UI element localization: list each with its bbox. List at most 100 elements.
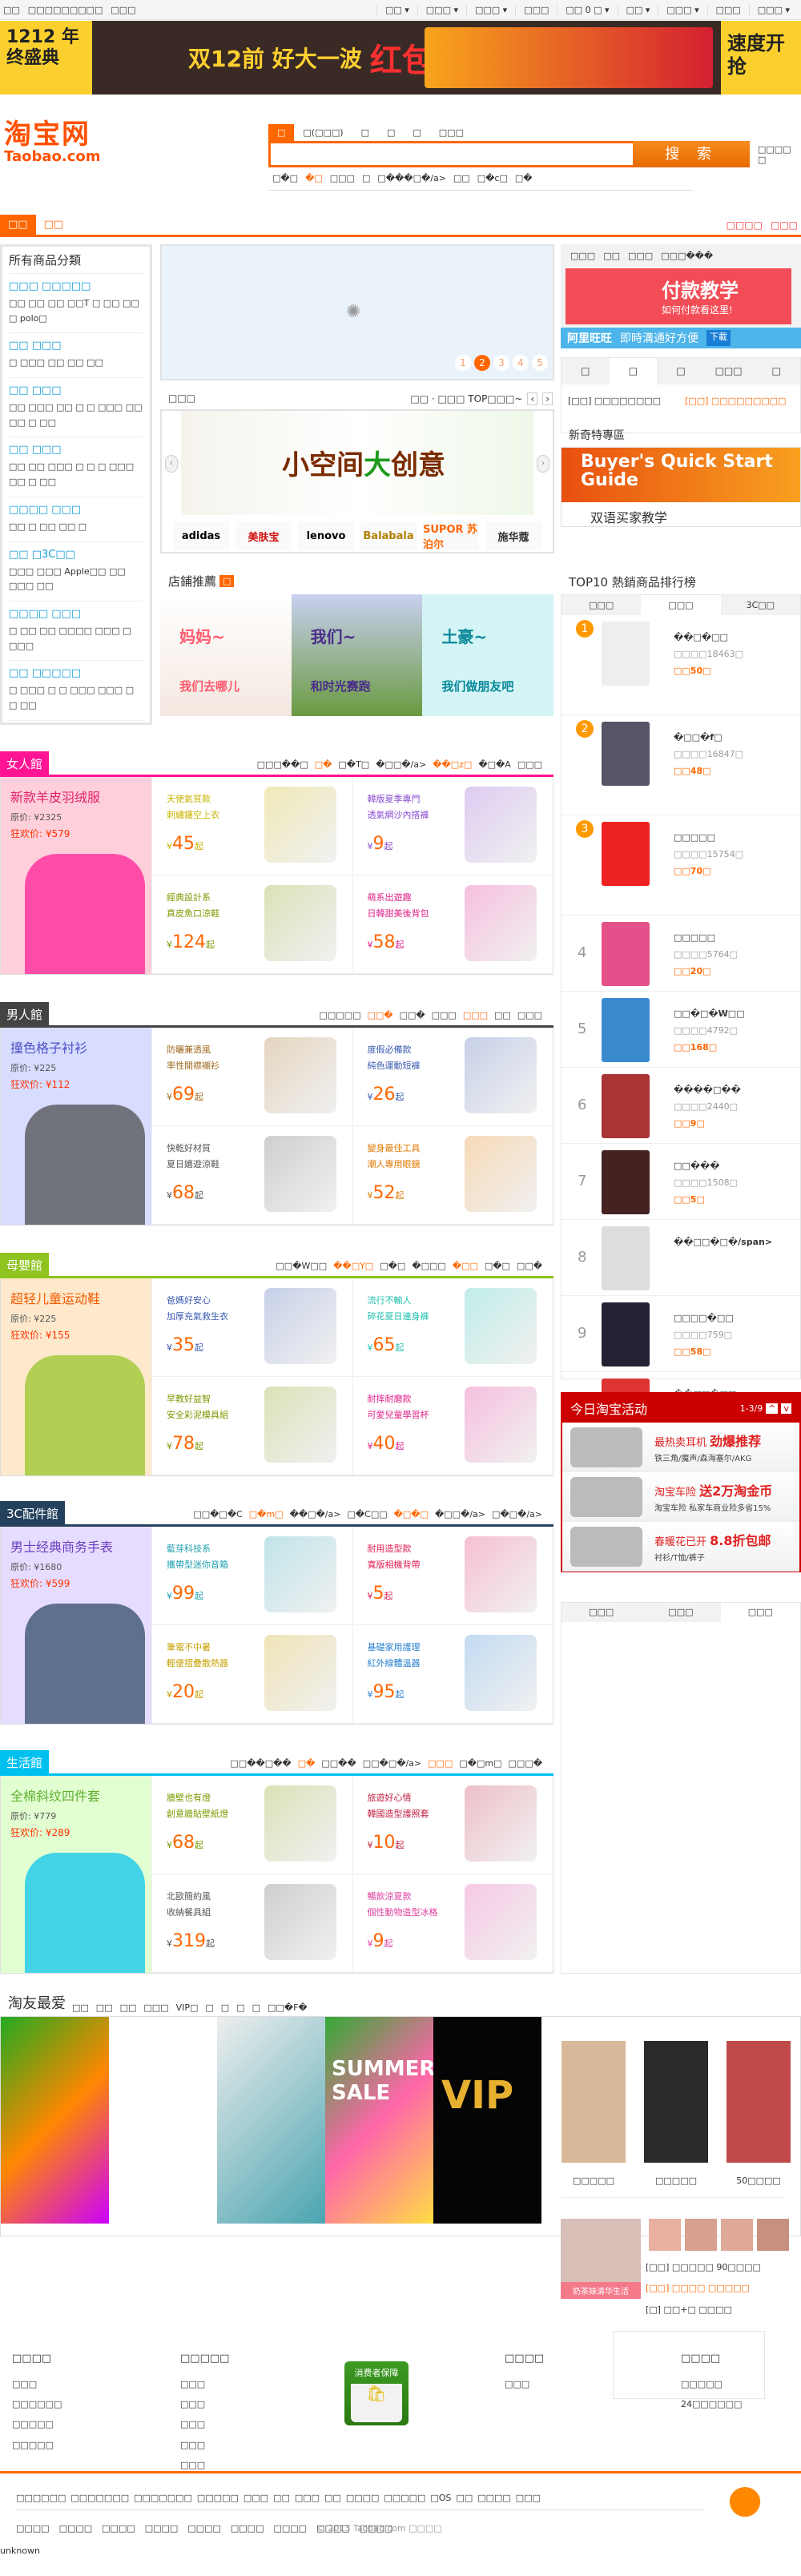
- brand-logo[interactable]: lenovo: [298, 521, 354, 550]
- product-cell[interactable]: 快乾好材質 夏日嬉遊涼鞋 ¥68起: [151, 1126, 352, 1225]
- footer-link[interactable]: □□□□□□: [12, 2394, 62, 2414]
- product-cell[interactable]: 藍芽科技系 攜帶型迷你音箱 ¥99起: [151, 1527, 352, 1625]
- product-cell[interactable]: 基礎家用護理 紅外線體溫器 ¥95起: [352, 1625, 553, 1724]
- category-items[interactable]: □□ □ □□ □□ □: [9, 520, 143, 535]
- favorites-link[interactable]: □: [252, 2002, 260, 2013]
- avatar-label[interactable]: □□□□□: [644, 2176, 708, 2186]
- section-link[interactable]: □�□�/a>: [492, 1509, 542, 1519]
- avatar[interactable]: [649, 2219, 681, 2251]
- product-image[interactable]: [465, 1288, 537, 1364]
- category-items[interactable]: □ □□□ □□ □□ □□: [9, 356, 143, 371]
- product-image[interactable]: [602, 1074, 650, 1138]
- product-name[interactable]: □□���: [674, 1158, 800, 1175]
- product-image[interactable]: [465, 1884, 537, 1960]
- section-link[interactable]: □□�□�C: [193, 1509, 242, 1519]
- topbar-menu[interactable]: □□□ ▾: [658, 4, 706, 15]
- footer-link[interactable]: □□□□□: [12, 2414, 62, 2434]
- footer-link[interactable]: 24□□□□□□: [681, 2394, 742, 2414]
- help-tab[interactable]: □□□���: [661, 251, 713, 261]
- carousel-dot[interactable]: 2: [474, 355, 490, 371]
- product-image[interactable]: [264, 1136, 336, 1212]
- product-name[interactable]: ����□��: [674, 1082, 800, 1099]
- note-link[interactable]: [□□] □□□□ □□□□□: [646, 2278, 761, 2299]
- category-group-title[interactable]: □□ □□□: [9, 340, 143, 352]
- banner-next-icon[interactable]: ›: [537, 455, 549, 473]
- product-cell[interactable]: 天使氣質款 刺繡鏤空上衣 ¥45起: [151, 777, 352, 875]
- top10-tab[interactable]: □□□: [562, 595, 641, 615]
- footer-link[interactable]: □□: [324, 2493, 341, 2503]
- section-name[interactable]: 生活館: [0, 1750, 50, 1773]
- favorites-link[interactable]: □□: [96, 2002, 113, 2013]
- shop-card[interactable]: 妈妈~ 我们去哪儿: [160, 594, 292, 716]
- carousel-dot[interactable]: 1: [455, 355, 471, 371]
- footer-link[interactable]: □□: [273, 2493, 290, 2503]
- footer-link[interactable]: □□□□□□□: [70, 2493, 129, 2503]
- product-image[interactable]: [264, 1288, 336, 1364]
- search-tab[interactable]: □(□□□): [294, 124, 352, 141]
- activity-item[interactable]: 最热卖耳机 劲爆推荐 铁三角/魔声/森海塞尔/AKG: [562, 1423, 799, 1472]
- product-image[interactable]: [602, 722, 650, 786]
- help-tab[interactable]: □□□: [628, 251, 653, 261]
- payment-tutorial-banner[interactable]: 付款教学 如何付款看这里!: [566, 268, 791, 324]
- footer-link[interactable]: □□□□□□□: [134, 2493, 192, 2503]
- footer-link[interactable]: □□□: [180, 2414, 229, 2434]
- next-icon[interactable]: ›: [542, 392, 553, 405]
- product-image[interactable]: [465, 1387, 537, 1463]
- section-link[interactable]: □�□: [380, 1261, 405, 1271]
- footer-link[interactable]: □□□□: [273, 2523, 307, 2534]
- product-image[interactable]: [465, 1536, 537, 1612]
- nav-right-link[interactable]: □□□: [771, 219, 798, 231]
- shop-card[interactable]: 我们~ 和时光赛跑: [291, 594, 423, 716]
- main-carousel[interactable]: ✺ 12345: [160, 244, 554, 380]
- product-image[interactable]: [602, 1150, 650, 1214]
- notice-tab[interactable]: □: [562, 358, 610, 384]
- summer-sale-image[interactable]: SUMMER SALE: [325, 2017, 435, 2224]
- footer-link[interactable]: □□□□: [187, 2523, 221, 2534]
- section-link[interactable]: ��□z□: [433, 759, 472, 770]
- topbar-link[interactable]: □□: [3, 5, 20, 15]
- section-name[interactable]: 女人館: [0, 751, 50, 775]
- section-link[interactable]: �□□�/a>: [376, 759, 426, 770]
- footer-link[interactable]: □□□: [180, 2394, 229, 2414]
- category-items[interactable]: □□ □□ □□□ □ □ □ □□□ □□ □ □□: [9, 460, 143, 489]
- section-link[interactable]: □□□: [428, 1758, 453, 1769]
- top10-item[interactable]: 3 □□□□□ □□□□15754□ □□70□: [562, 815, 800, 916]
- category-items[interactable]: □□ □□ □□ □□T □ □□ □□ □ polo□: [9, 296, 143, 326]
- product-image[interactable]: [264, 1536, 336, 1612]
- consumer-protection-badge[interactable]: 消费者保障 🛍: [344, 2361, 409, 2425]
- search-button[interactable]: 搜 索: [633, 141, 750, 167]
- top10-item[interactable]: 2 �□□�f□ □□□□16847□ □□48□: [562, 715, 800, 815]
- footer-link[interactable]: □□□□: [16, 2523, 50, 2534]
- top10-item[interactable]: 7 □□��� □□□□1508□ □□5□: [562, 1144, 800, 1220]
- avatar[interactable]: [562, 2041, 626, 2163]
- section-link[interactable]: □□□��□: [257, 759, 308, 770]
- download-button[interactable]: 下載: [706, 330, 731, 346]
- footer-link[interactable]: □□□: [180, 2374, 229, 2394]
- section-link[interactable]: �□□: [453, 1261, 478, 1271]
- section-link[interactable]: �□�A: [478, 759, 510, 770]
- product-image[interactable]: [264, 787, 336, 863]
- product-image[interactable]: [465, 787, 537, 863]
- avatar-label[interactable]: □□□□□: [562, 2176, 626, 2186]
- section-link[interactable]: �□□□: [412, 1261, 445, 1271]
- product-image[interactable]: [602, 1302, 650, 1366]
- product-cell[interactable]: 經典設計系 真皮魚口涼鞋 ¥124起: [151, 875, 352, 974]
- search-tab[interactable]: □: [404, 124, 429, 141]
- product-cell[interactable]: 度假必備款 純色運動短褲 ¥26起: [352, 1028, 553, 1126]
- vip-image[interactable]: VIP: [433, 2017, 541, 2224]
- product-name[interactable]: ��□□�□�/span>: [674, 1234, 800, 1251]
- footer-link[interactable]: □□□: [516, 2493, 541, 2503]
- section-link[interactable]: ��□Y□: [333, 1261, 373, 1271]
- notice-tab[interactable]: □□□: [705, 358, 753, 384]
- category-group-title[interactable]: □□ □□□: [9, 384, 143, 396]
- section-link[interactable]: □□�□�/a>: [363, 1758, 421, 1769]
- product-image[interactable]: [465, 1037, 537, 1113]
- nav-tab-1[interactable]: □□: [36, 215, 72, 235]
- advanced-search-link[interactable]: □□□□ □: [758, 144, 798, 165]
- product-cell[interactable]: 變身最佳工具 潮人專用眼鏡 ¥52起: [352, 1126, 553, 1225]
- hot-word-link[interactable]: �□: [305, 173, 323, 183]
- section-link[interactable]: �□□�/a>: [435, 1509, 485, 1519]
- topbar-menu[interactable]: □□□ ▾: [466, 4, 515, 15]
- product-cell[interactable]: 北歐簡約風 收納餐具組 ¥319起: [151, 1874, 352, 1973]
- hot-word-link[interactable]: □�: [515, 173, 533, 183]
